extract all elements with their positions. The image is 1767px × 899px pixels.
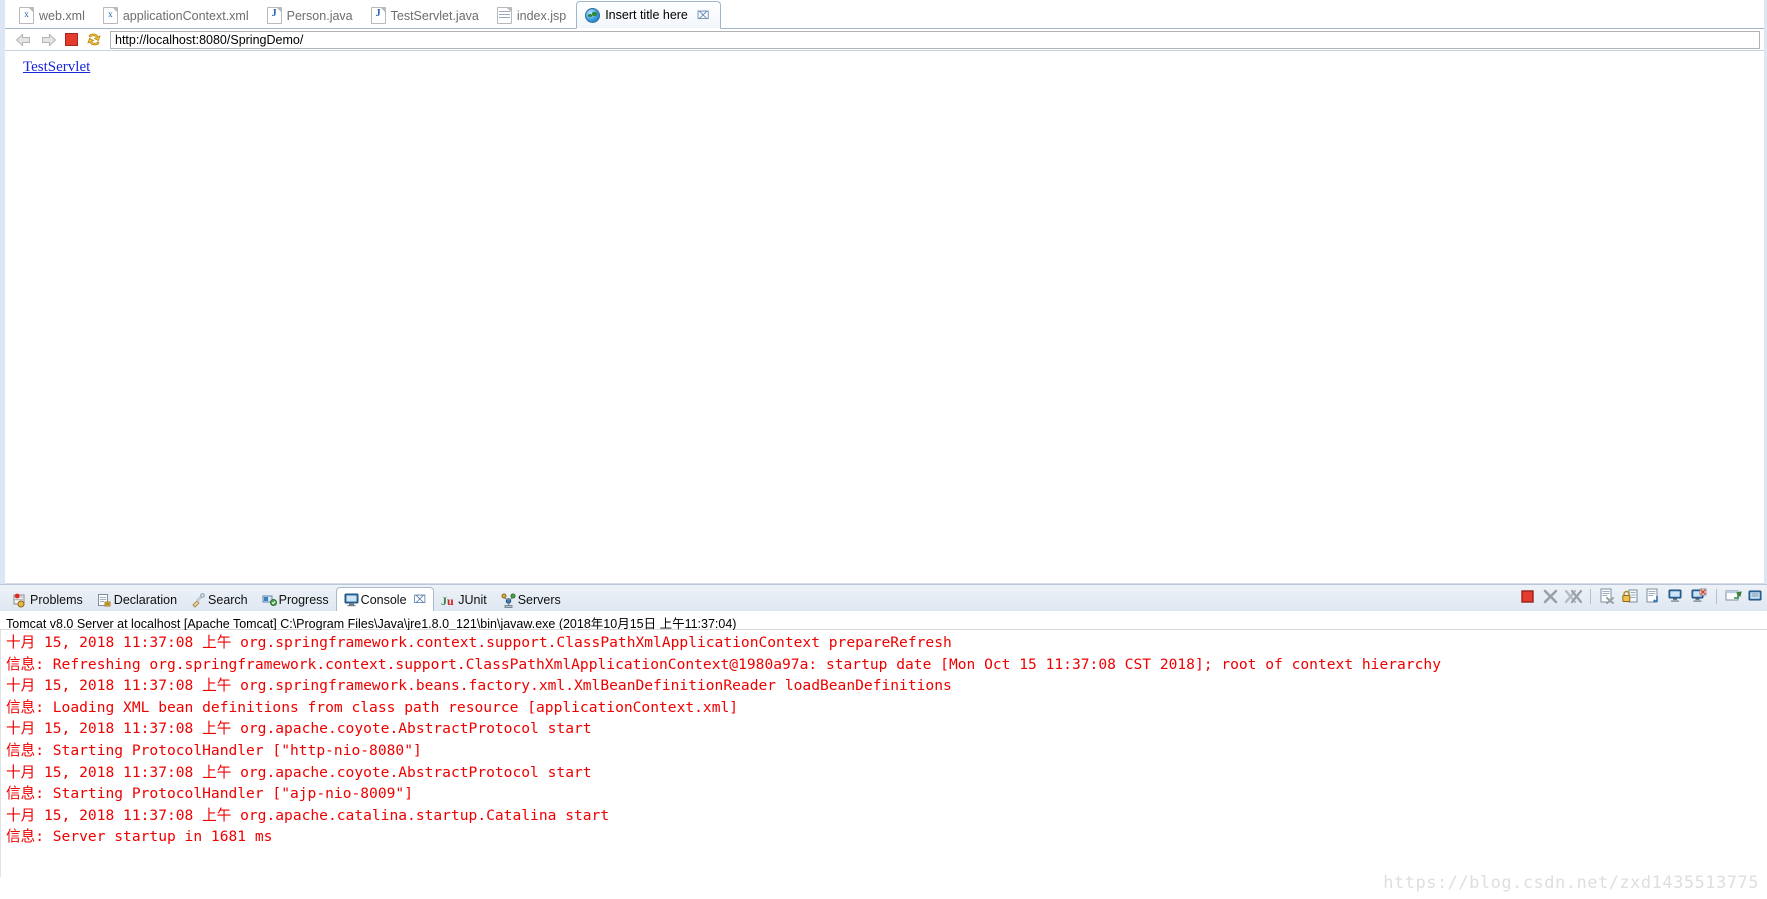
tab-search[interactable]: Search [184,589,255,611]
xml-file-icon: x [19,7,34,24]
globe-icon [585,7,601,23]
editor-tab-insert-title-here[interactable]: Insert title here ⌧ [576,1,721,29]
bottom-view-panel: Problems Declaration Search Progress Con… [0,584,1767,899]
svg-text:u: u [447,594,454,608]
xml-file-icon: x [102,7,118,24]
editor-tab-application-context-xml[interactable]: x applicationContext.xml [95,3,259,28]
remove-all-terminated-button[interactable] [1564,588,1583,604]
scroll-lock-button[interactable] [1622,588,1639,604]
view-tab-bar: Problems Declaration Search Progress Con… [0,584,1767,611]
java-file-icon: J [266,7,282,24]
tab-label: Console [360,592,407,607]
clear-console-button[interactable] [1599,588,1616,604]
editor-tab-label: Person.java [286,8,353,23]
tab-label: Declaration [113,593,178,607]
console-log-line: 信息: Starting ProtocolHandler ["http-nio-… [6,741,422,759]
console-log-line: 信息: Server startup in 1681 ms [6,828,273,846]
console-log-line: 十月 15, 2018 11:37:08 上午 org.springframew… [6,677,952,695]
console-icon [344,592,359,607]
show-console-on-output-button[interactable] [1645,588,1662,604]
editor-tab-label: TestServlet.java [390,8,479,23]
editor-tab-label: Insert title here [605,8,688,22]
browser-page-content: TestServlet [5,51,1764,584]
console-log-line: 信息: Refreshing org.springframework.conte… [6,655,1441,673]
terminate-button[interactable] [1519,588,1536,604]
remove-launch-button[interactable] [1542,588,1559,604]
editor-tab-test-servlet-java[interactable]: J TestServlet.java [363,3,489,28]
console-log-line: 信息: Loading XML bean definitions from cl… [6,698,739,716]
servers-icon [501,593,516,608]
editor-tab-index-jsp[interactable]: index.jsp [489,3,576,28]
declaration-icon [97,593,111,608]
editor-tab-label: applicationContext.xml [122,8,249,23]
editor-area: x web.xml x applicationContext.xml J Per… [5,0,1764,584]
close-icon[interactable]: ⌧ [697,9,710,22]
address-bar-input[interactable] [110,30,1760,49]
tab-problems[interactable]: Problems [6,589,90,611]
forward-arrow-icon[interactable] [40,32,57,47]
progress-icon [262,593,277,608]
tab-label: Servers [517,593,561,607]
console-log-line: 信息: Starting ProtocolHandler ["ajp-nio-8… [6,785,413,803]
pin-console-button[interactable] [1668,588,1685,604]
editor-tab-label: index.jsp [516,8,567,23]
toolbar-separator [1590,588,1591,604]
browser-toolbar [5,29,1764,51]
tab-label: Progress [278,593,329,607]
open-console-button[interactable] [1725,588,1742,604]
view-menu-button[interactable] [1748,588,1765,604]
jsp-file-icon [496,7,512,24]
editor-tab-person-java[interactable]: J Person.java [259,3,363,28]
tab-console[interactable]: Console ⌧ [335,587,435,611]
console-log-line: 十月 15, 2018 11:37:08 上午 org.springframew… [6,634,952,651]
tab-declaration[interactable]: Declaration [90,589,184,611]
toolbar-separator [1716,588,1717,604]
console-process-header: Tomcat v8.0 Server at localhost [Apache … [0,611,1767,631]
tab-progress[interactable]: Progress [255,589,336,611]
test-servlet-link[interactable]: TestServlet [23,59,90,75]
tab-label: JUnit [458,593,487,607]
editor-tab-bar: x web.xml x applicationContext.xml J Per… [5,0,1764,29]
stop-icon[interactable] [65,33,78,46]
back-arrow-icon[interactable] [15,32,32,47]
java-file-icon: J [370,7,386,24]
editor-tab-web-xml[interactable]: x web.xml [11,3,95,28]
console-view-toolbar [1519,584,1767,611]
console-output[interactable]: 十月 15, 2018 11:37:08 上午 org.springframew… [0,630,1767,877]
tab-label: Problems [30,593,83,607]
console-left-rule [0,630,1,877]
search-icon [191,592,205,608]
console-log-line: 十月 15, 2018 11:37:08 上午 org.apache.catal… [6,806,610,824]
tab-servers[interactable]: Servers [494,589,568,611]
watermark: https://blog.csdn.net/zxd1435513775 [1383,873,1759,893]
tab-junit[interactable]: J u JUnit [434,589,493,611]
close-icon[interactable]: ⌧ [414,593,427,606]
tab-label: Search [208,593,248,607]
problems-icon [13,593,26,608]
editor-tab-label: web.xml [39,8,85,23]
console-log-line: 十月 15, 2018 11:37:08 上午 org.apache.coyot… [6,763,592,781]
display-selected-console-button[interactable] [1691,588,1708,604]
refresh-icon[interactable] [86,32,102,47]
console-log-line: 十月 15, 2018 11:37:08 上午 org.apache.coyot… [6,720,592,738]
junit-icon: J u [441,593,454,608]
